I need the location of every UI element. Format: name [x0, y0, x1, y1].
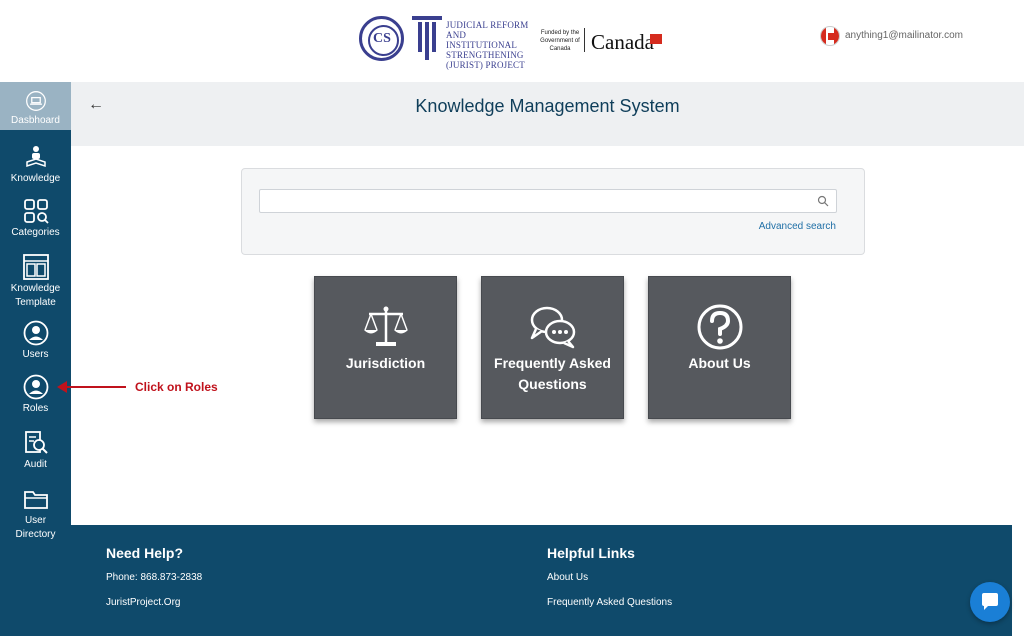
sidebar-item-dashboard[interactable]: Dasbhoard: [0, 82, 71, 130]
laptop-icon: [25, 91, 46, 111]
sidebar-item-users[interactable]: Users: [0, 320, 71, 362]
footer-site-link[interactable]: JuristProject.Org: [106, 597, 180, 608]
header: CS JUDICIAL REFORM AND INSTITUTIONAL STR…: [0, 0, 1024, 82]
sidebar-item-label: Knowledge: [10, 173, 61, 184]
user-avatar[interactable]: [820, 26, 840, 46]
tile-label: About Us: [688, 355, 751, 371]
sidebar: Dasbhoard Knowledge Categories Knowledge…: [0, 82, 71, 636]
canada-flag-mark: [650, 34, 662, 44]
sidebar-item-audit[interactable]: Audit: [0, 430, 71, 472]
search-card: Advanced search: [241, 168, 865, 255]
scales-icon: [363, 306, 408, 346]
footer-link-faq[interactable]: Frequently Asked Questions: [547, 597, 672, 608]
page: CS JUDICIAL REFORM AND INSTITUTIONAL STR…: [0, 0, 1024, 636]
roles-icon: [23, 374, 48, 400]
footer-help-title: Need Help?: [106, 545, 184, 561]
footer-phone: Phone: 868.873-2838: [106, 572, 203, 583]
sidebar-item-label: Knowledge Template: [10, 283, 61, 308]
footer-link-about-us[interactable]: About Us: [547, 572, 588, 583]
sidebar-item-label: Roles: [22, 403, 49, 414]
search-input[interactable]: [259, 189, 837, 213]
funded-by-text: Funded by the Government of Canada: [540, 30, 580, 52]
sidebar-item-label: Dasbhoard: [11, 115, 60, 126]
question-icon: [697, 304, 742, 350]
advanced-search-link[interactable]: Advanced search: [759, 221, 836, 232]
chat-button[interactable]: [970, 582, 1010, 622]
annotation-arrow-line: [66, 386, 126, 388]
folder-icon: [23, 491, 48, 509]
template-icon: [22, 254, 49, 280]
sidebar-item-categories[interactable]: Categories: [0, 198, 71, 240]
court-seal-logo: CS: [359, 16, 404, 61]
chat-bubbles-icon: [530, 306, 575, 349]
tile-jurisdiction[interactable]: Jurisdiction: [314, 276, 457, 419]
tile-about-us[interactable]: About Us: [648, 276, 791, 419]
sidebar-item-label: Categories: [11, 227, 60, 238]
sidebar-item-user-directory[interactable]: User Directory: [0, 486, 71, 542]
annotation-text: Click on Roles: [135, 380, 218, 394]
user-email[interactable]: anything1@mailinator.com: [845, 30, 963, 41]
footer-links-title: Helpful Links: [547, 545, 635, 561]
project-name: JUDICIAL REFORM AND INSTITUTIONAL STRENG…: [446, 20, 529, 70]
page-title: Knowledge Management System: [415, 96, 680, 116]
search-icon[interactable]: [817, 195, 829, 207]
audit-icon: [24, 431, 48, 454]
categories-icon: [23, 199, 49, 224]
sidebar-item-label: User Directory: [15, 515, 56, 540]
sidebar-item-label: Audit: [24, 459, 47, 470]
canada-wordmark: Canada: [591, 30, 654, 54]
tile-label: Jurisdiction: [345, 355, 426, 371]
sidebar-item-label: Users: [22, 349, 49, 360]
sidebar-item-knowledge-template[interactable]: Knowledge Template: [0, 254, 71, 310]
tile-label: Frequently Asked Questions: [494, 355, 611, 392]
jurist-pillar-logo: [412, 16, 442, 60]
user-icon: [23, 320, 48, 346]
footer: Need Help? Phone: 868.873-2838 JuristPro…: [71, 525, 1012, 636]
header-divider: [584, 28, 585, 52]
knowledge-icon: [25, 146, 46, 168]
chat-icon: [982, 593, 998, 610]
tile-faq[interactable]: Frequently Asked Questions: [481, 276, 624, 419]
title-band: ← Knowledge Management System: [71, 82, 1024, 146]
sidebar-item-knowledge[interactable]: Knowledge: [0, 144, 71, 186]
